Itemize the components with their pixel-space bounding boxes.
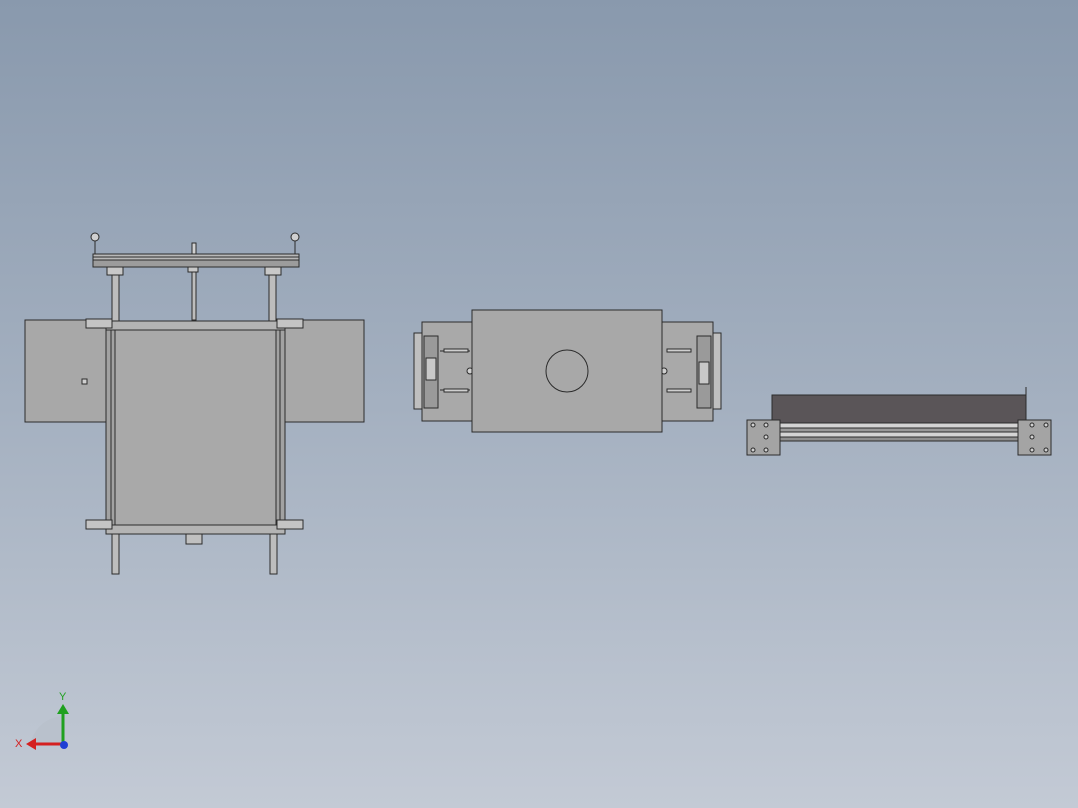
top-crossbar [90, 232, 300, 276]
top-view[interactable] [413, 309, 722, 433]
dark-panel [771, 394, 1027, 424]
z-axis-dot-icon [60, 741, 68, 749]
y-arrow-head-icon [57, 704, 69, 714]
right-wing-panel [284, 319, 365, 423]
x-axis-label: X [15, 738, 23, 750]
slide-rails [779, 422, 1019, 442]
drawing-canvas[interactable]: Y X [0, 0, 1078, 808]
cad-graphics-area[interactable]: Y X [0, 0, 1078, 808]
front-view[interactable] [24, 232, 365, 575]
center-hole [545, 349, 589, 393]
left-wing-panel [24, 319, 107, 423]
y-axis-label: Y [59, 691, 67, 703]
x-arrow-head-icon [26, 738, 36, 750]
axis-triad: Y X [15, 691, 69, 750]
side-view[interactable] [746, 387, 1052, 456]
